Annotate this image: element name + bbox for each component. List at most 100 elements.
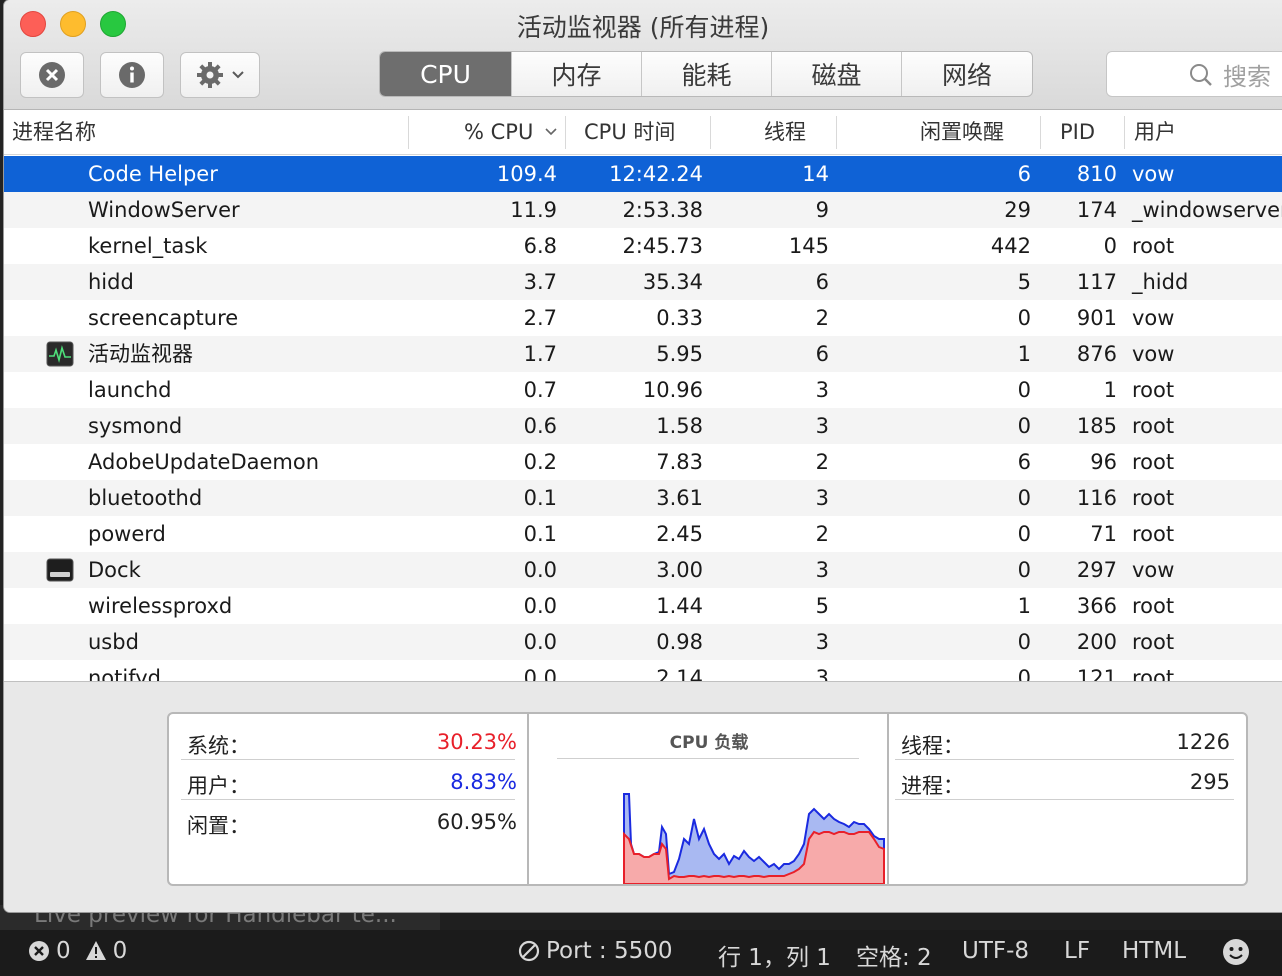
cpu-percent: 109.4 (496, 162, 557, 186)
table-row[interactable]: notifyd 0.0 2.14 3 0 121 root (4, 660, 1282, 681)
user: root (1132, 378, 1175, 402)
process-name: hidd (88, 270, 134, 294)
tab-network[interactable]: 网络 (902, 52, 1032, 96)
line-ending[interactable]: LF (1064, 938, 1090, 964)
user: root (1132, 414, 1175, 438)
column-header-threads[interactable]: 线程 (764, 110, 806, 155)
action-menu-button[interactable] (180, 52, 260, 98)
table-row[interactable]: WindowServer 11.9 2:53.38 9 29 174 _windowserv… (4, 192, 1282, 228)
process-count-stats: 线程： 1226 进程： 295 (889, 714, 1246, 884)
tab-cpu[interactable]: CPU (380, 52, 512, 96)
no-entry-icon (518, 940, 540, 962)
column-header-cpu-time[interactable]: CPU 时间 (584, 110, 675, 155)
cpu-time: 2.14 (656, 666, 703, 681)
column-header-user[interactable]: 用户 (1134, 110, 1176, 155)
table-row[interactable]: 活动监视器 1.7 5.95 6 1 876 vow (4, 336, 1282, 372)
table-row[interactable]: AdobeUpdateDaemon 0.2 7.83 2 6 96 root (4, 444, 1282, 480)
error-count: 0 (56, 938, 71, 964)
stat-idle-label: 闲置： (187, 814, 250, 838)
language-mode[interactable]: HTML (1122, 938, 1186, 964)
user: root (1132, 450, 1175, 474)
thread-count: 9 (815, 198, 829, 222)
table-row[interactable]: hidd 3.7 35.34 6 5 117 _hidd (4, 264, 1282, 300)
activity-monitor-window: 活动监视器 (所有进程) CPU 内存 能耗 磁盘 网络 搜索 进程名称 % C… (4, 0, 1282, 912)
indentation[interactable]: 空格: 2 (856, 938, 932, 972)
pid: 366 (1076, 594, 1117, 618)
warning-icon (85, 940, 107, 962)
process-name: wirelessproxd (88, 594, 233, 618)
sort-descending-icon (545, 128, 557, 136)
table-row[interactable]: launchd 0.7 10.96 3 0 1 root (4, 372, 1282, 408)
table-row[interactable]: usbd 0.0 0.98 3 0 200 root (4, 624, 1282, 660)
table-row[interactable]: wirelessproxd 0.0 1.44 5 1 366 root (4, 588, 1282, 624)
problems-indicator[interactable]: 0 0 (28, 938, 127, 964)
editor-status-bar: 0 0 Port : 5500 行 1，列 1 空格: 2 UTF-8 LF H… (0, 930, 1282, 976)
process-name: 活动监视器 (88, 342, 193, 366)
encoding[interactable]: UTF-8 (962, 938, 1029, 964)
column-header-pid[interactable]: PID (1060, 110, 1095, 155)
column-header-process-name[interactable]: 进程名称 (12, 110, 96, 155)
column-header-cpu[interactable]: % CPU (464, 110, 558, 155)
idle-wakeups: 0 (1017, 630, 1031, 654)
table-row[interactable]: sysmond 0.6 1.58 3 0 185 root (4, 408, 1282, 444)
column-separator[interactable] (836, 116, 837, 149)
process-name: launchd (88, 378, 172, 402)
cpu-load-chart: CPU 负载 (529, 714, 887, 884)
table-row[interactable]: screencapture 2.7 0.33 2 0 901 vow (4, 300, 1282, 336)
dock-icon (46, 557, 74, 583)
inspect-process-button[interactable] (100, 52, 164, 98)
process-name: sysmond (88, 414, 183, 438)
table-row[interactable]: kernel_task 6.8 2:45.73 145 442 0 root (4, 228, 1282, 264)
stat-processes-label: 进程： (901, 774, 964, 798)
idle-wakeups: 442 (990, 234, 1031, 258)
pid: 0 (1103, 234, 1117, 258)
cursor-position[interactable]: 行 1，列 1 (718, 938, 831, 972)
thread-count: 3 (815, 486, 829, 510)
table-row[interactable]: Dock 0.0 3.00 3 0 297 vow (4, 552, 1282, 588)
tab-memory[interactable]: 内存 (512, 52, 642, 96)
tab-energy[interactable]: 能耗 (642, 52, 772, 96)
cpu-time: 0.33 (656, 306, 703, 330)
table-row[interactable]: Code Helper 109.4 12:42.24 14 6 810 vow (4, 156, 1282, 192)
cpu-percent: 1.7 (523, 342, 557, 366)
cpu-percent: 3.7 (523, 270, 557, 294)
live-server-port[interactable]: Port : 5500 (518, 938, 673, 964)
idle-wakeups: 29 (1004, 198, 1031, 222)
view-tab-bar: CPU 内存 能耗 磁盘 网络 (379, 51, 1033, 97)
quit-process-button[interactable] (20, 52, 84, 98)
stat-user: 用户： 8.83% (169, 760, 527, 800)
process-name: Code Helper (88, 162, 218, 186)
stat-divider (895, 799, 1234, 800)
column-separator[interactable] (710, 116, 711, 149)
stat-threads: 线程： 1226 (889, 720, 1246, 760)
pid: 901 (1076, 306, 1117, 330)
cpu-time: 2:53.38 (622, 198, 703, 222)
cpu-time: 1.58 (656, 414, 703, 438)
thread-count: 3 (815, 630, 829, 654)
cpu-percent: 11.9 (510, 198, 557, 222)
thread-count: 6 (815, 270, 829, 294)
column-separator[interactable] (1124, 116, 1125, 149)
column-separator[interactable] (408, 116, 409, 149)
process-name: WindowServer (88, 198, 240, 222)
pid: 185 (1076, 414, 1117, 438)
cpu-percent: 0.6 (523, 414, 557, 438)
process-name: notifyd (88, 666, 162, 681)
column-header-idle-wakeups[interactable]: 闲置唤醒 (920, 110, 1004, 155)
stat-processes-value: 295 (1189, 770, 1230, 794)
port-label: Port : 5500 (546, 938, 673, 964)
thread-count: 3 (815, 414, 829, 438)
stop-x-icon (39, 62, 65, 88)
cpu-time: 1.44 (656, 594, 703, 618)
cpu-summary-area: 系统： 30.23% 用户： 8.83% 闲置： 60.95% CPU 负载 线… (4, 681, 1282, 912)
gear-icon (197, 62, 223, 88)
column-separator[interactable] (565, 116, 566, 149)
table-row[interactable]: powerd 0.1 2.45 2 0 71 root (4, 516, 1282, 552)
stat-system-value: 30.23% (436, 730, 517, 754)
stat-idle: 闲置： 60.95% (169, 800, 527, 840)
tab-disk[interactable]: 磁盘 (772, 52, 902, 96)
column-separator[interactable] (1040, 116, 1041, 149)
search-field[interactable]: 搜索 (1106, 51, 1282, 97)
table-row[interactable]: bluetoothd 0.1 3.61 3 0 116 root (4, 480, 1282, 516)
feedback-smiley-icon[interactable] (1222, 938, 1250, 966)
